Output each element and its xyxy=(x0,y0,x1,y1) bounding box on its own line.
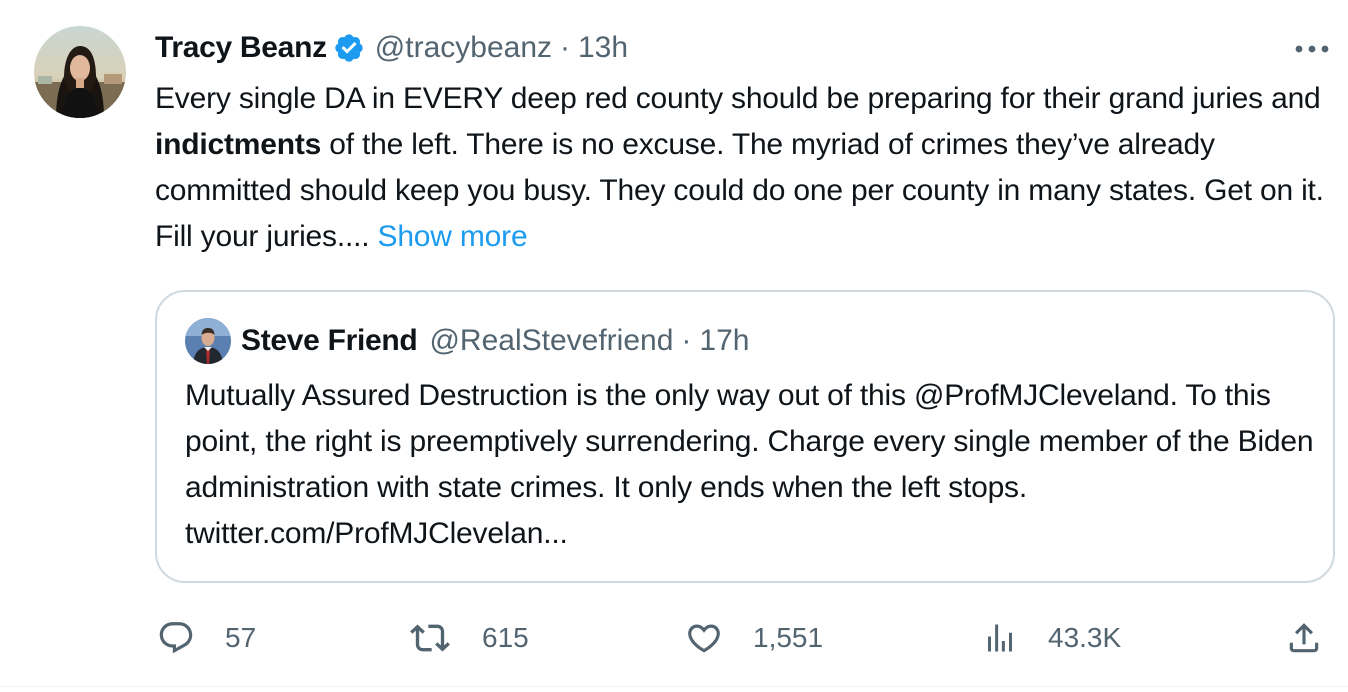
views-count: 43.3K xyxy=(1048,622,1122,653)
more-options-button[interactable] xyxy=(1292,34,1332,64)
share-button[interactable] xyxy=(1285,615,1323,661)
tweet-header: Tracy Beanz @tracybeanz · 13h xyxy=(155,28,628,68)
tweet-actions-bar: 57 615 1,551 43.3K xyxy=(0,615,1348,661)
tweet-card[interactable]: Tracy Beanz @tracybeanz · 13h Every sing… xyxy=(0,0,1348,692)
retweet-button[interactable]: 615 xyxy=(410,615,529,661)
quote-tweet-card[interactable]: Steve Friend @RealStevefriend · 17h Mutu… xyxy=(155,290,1335,583)
tweet-time[interactable]: 13h xyxy=(578,31,628,65)
tweet-text: Every single DA in EVERY deep red county… xyxy=(155,76,1340,260)
views-button[interactable]: 43.3K xyxy=(982,615,1121,661)
quote-text: Mutually Assured Destruction is the only… xyxy=(185,379,1314,550)
tweet-text-part2: of the left. There is no excuse. The myr… xyxy=(155,128,1324,253)
header-separator: · xyxy=(560,31,570,64)
quote-author-handle[interactable]: @RealStevefriend xyxy=(429,324,673,358)
author-avatar[interactable] xyxy=(34,26,126,118)
reply-icon xyxy=(159,622,193,654)
quote-time[interactable]: 17h xyxy=(699,324,749,358)
like-count: 1,551 xyxy=(753,622,824,653)
show-more-link[interactable]: Show more xyxy=(378,220,528,253)
author-handle[interactable]: @tracybeanz xyxy=(375,31,552,65)
retweet-icon xyxy=(410,624,450,652)
tweet-text-part1: Every single DA in EVERY deep red county… xyxy=(155,82,1321,115)
views-chart-icon xyxy=(988,624,1012,652)
more-dots-icon xyxy=(1295,45,1329,53)
quote-avatar-image xyxy=(185,318,231,364)
verified-badge-icon[interactable] xyxy=(333,32,365,64)
bottom-divider xyxy=(0,686,1348,687)
quote-header: Steve Friend @RealStevefriend · 17h xyxy=(185,318,749,364)
quote-author-avatar[interactable] xyxy=(185,318,231,364)
tweet-text-bold: indictments xyxy=(155,128,322,161)
retweet-count: 615 xyxy=(482,622,529,653)
reply-count: 57 xyxy=(225,622,257,653)
reply-button[interactable]: 57 xyxy=(157,615,256,661)
quote-author-name[interactable]: Steve Friend xyxy=(241,324,418,358)
author-name[interactable]: Tracy Beanz xyxy=(155,31,327,65)
heart-icon xyxy=(688,624,720,653)
avatar-image xyxy=(34,26,126,118)
share-icon xyxy=(1289,623,1319,653)
quote-header-separator: · xyxy=(681,324,692,357)
like-button[interactable]: 1,551 xyxy=(685,615,823,661)
